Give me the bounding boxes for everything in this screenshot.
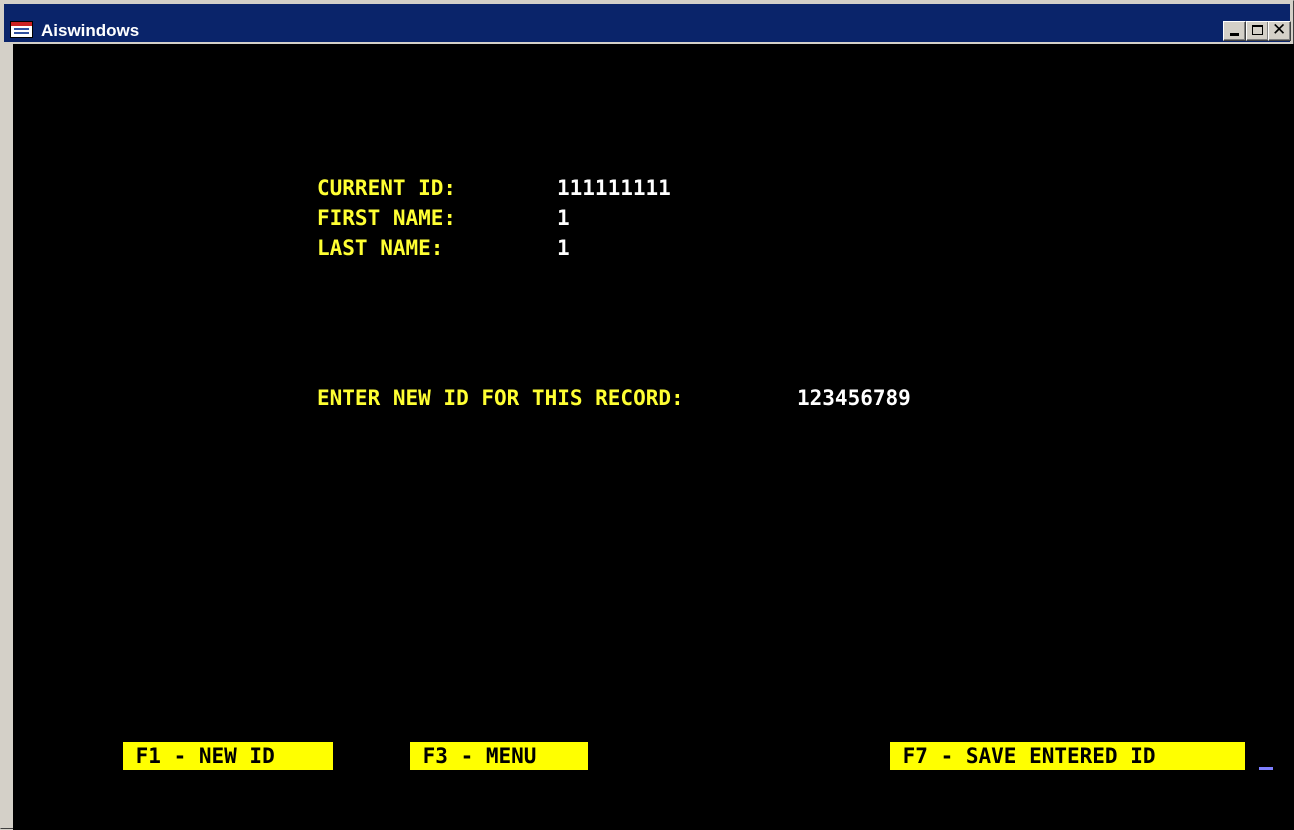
- close-icon: ✕: [1272, 20, 1287, 40]
- window-title: Aiswindows: [41, 21, 140, 40]
- app-window-icon[interactable]: [10, 21, 33, 38]
- last-name-label: LAST NAME:: [317, 236, 444, 260]
- f7-save-entered-id-button[interactable]: F7 - SAVE ENTERED ID: [890, 742, 1245, 770]
- close-button[interactable]: ✕: [1268, 20, 1291, 41]
- minimize-button[interactable]: [1223, 21, 1246, 41]
- terminal-screen[interactable]: CURRENT ID: 111111111 FIRST NAME: 1 LAST…: [13, 44, 1294, 830]
- text-cursor: [1259, 767, 1273, 770]
- f1-new-id-button[interactable]: F1 - NEW ID: [123, 742, 333, 770]
- minimize-icon: [1230, 33, 1239, 36]
- current-id-label: CURRENT ID:: [317, 176, 457, 200]
- new-id-prompt-label: ENTER NEW ID FOR THIS RECORD:: [317, 386, 684, 410]
- new-id-input[interactable]: 123456789: [797, 385, 911, 411]
- maximize-icon: [1252, 25, 1263, 35]
- application-window: Aiswindows ✕ CURRENT ID: 111111111 FIRST…: [0, 0, 1294, 830]
- last-name-value: 1: [557, 236, 570, 260]
- f3-menu-button[interactable]: F3 - MENU: [410, 742, 588, 770]
- title-bar[interactable]: Aiswindows ✕: [4, 4, 1291, 42]
- current-id-value: 111111111: [557, 176, 671, 200]
- first-name-label: FIRST NAME:: [317, 206, 457, 230]
- maximize-button[interactable]: [1246, 21, 1269, 41]
- first-name-value: 1: [557, 206, 570, 230]
